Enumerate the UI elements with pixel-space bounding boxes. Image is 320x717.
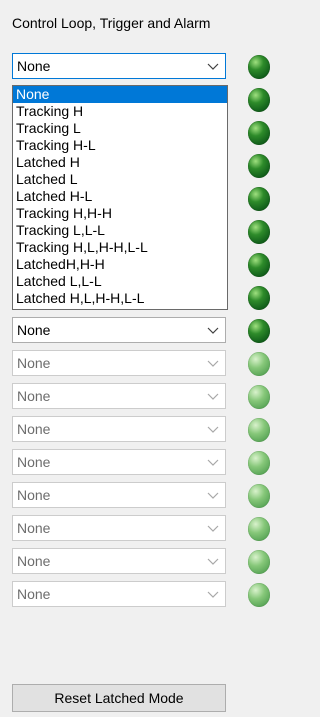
status-led-icon [248, 484, 270, 508]
dropdown-option[interactable]: None [13, 86, 227, 103]
chevron-down-icon [207, 426, 219, 433]
status-led-icon [248, 187, 270, 211]
reset-latched-mode-button[interactable]: Reset Latched Mode [12, 684, 226, 712]
mode-select: None [12, 383, 226, 409]
control-row: None [12, 350, 282, 378]
status-led-icon [248, 88, 270, 112]
chevron-down-icon [207, 525, 219, 532]
control-row: None [12, 581, 282, 609]
dropdown-option[interactable]: Latched L [13, 171, 227, 188]
dropdown-option[interactable]: Latched H,L,H-H,L-L [13, 290, 227, 307]
control-row: None [12, 449, 282, 477]
mode-select-value: None [17, 388, 51, 404]
mode-select[interactable]: None [12, 317, 226, 343]
mode-select: None [12, 515, 226, 541]
status-led-icon [248, 352, 270, 376]
dropdown-option[interactable]: Tracking L [13, 120, 227, 137]
status-led-icon [248, 385, 270, 409]
mode-select-value: None [17, 58, 51, 74]
status-led-icon [248, 319, 270, 343]
dropdown-option[interactable]: LatchedH,H-H [13, 256, 227, 273]
status-led-icon [248, 418, 270, 442]
chevron-down-icon [207, 63, 219, 70]
control-row: None [12, 383, 282, 411]
control-row: None [12, 482, 282, 510]
control-row: None [12, 416, 282, 444]
mode-select-value: None [17, 553, 51, 569]
status-led-icon [248, 121, 270, 145]
mode-select-value: None [17, 586, 51, 602]
mode-select: None [12, 350, 226, 376]
dropdown-list: None Tracking H Tracking L Tracking H-L Latc… [12, 85, 228, 310]
panel-title: Control Loop, Trigger and Alarm [12, 15, 211, 31]
chevron-down-icon [207, 327, 219, 334]
control-row: None [12, 515, 282, 543]
mode-select-value: None [17, 322, 51, 338]
status-led-icon [248, 220, 270, 244]
status-led-icon [248, 55, 270, 79]
status-led-icon [248, 253, 270, 277]
mode-select-value: None [17, 454, 51, 470]
mode-select[interactable]: None [12, 53, 226, 79]
mode-select: None [12, 449, 226, 475]
status-led-icon [248, 154, 270, 178]
chevron-down-icon [207, 459, 219, 466]
status-led-icon [248, 517, 270, 541]
mode-select: None [12, 548, 226, 574]
dropdown-option[interactable]: Tracking H-L [13, 137, 227, 154]
dropdown-option[interactable]: Latched H [13, 154, 227, 171]
status-led-icon [248, 451, 270, 475]
chevron-down-icon [207, 360, 219, 367]
control-row: None [12, 548, 282, 576]
mode-select: None [12, 482, 226, 508]
dropdown-option[interactable]: Tracking H,H-H [13, 205, 227, 222]
chevron-down-icon [207, 393, 219, 400]
control-row: None [12, 317, 282, 345]
mode-select-value: None [17, 520, 51, 536]
status-led-icon [248, 286, 270, 310]
mode-select: None [12, 416, 226, 442]
chevron-down-icon [207, 591, 219, 598]
dropdown-option[interactable]: Latched L,L-L [13, 273, 227, 290]
dropdown-option[interactable]: Tracking H [13, 103, 227, 120]
status-led-icon [248, 550, 270, 574]
dropdown-option[interactable]: Latched H-L [13, 188, 227, 205]
dropdown-option[interactable]: Tracking L,L-L [13, 222, 227, 239]
dropdown-option[interactable]: Tracking H,L,H-H,L-L [13, 239, 227, 256]
mode-select: None [12, 581, 226, 607]
mode-select-value: None [17, 487, 51, 503]
chevron-down-icon [207, 558, 219, 565]
mode-select-value: None [17, 355, 51, 371]
chevron-down-icon [207, 492, 219, 499]
mode-select-value: None [17, 421, 51, 437]
status-led-icon [248, 583, 270, 607]
control-row: None [12, 53, 282, 81]
